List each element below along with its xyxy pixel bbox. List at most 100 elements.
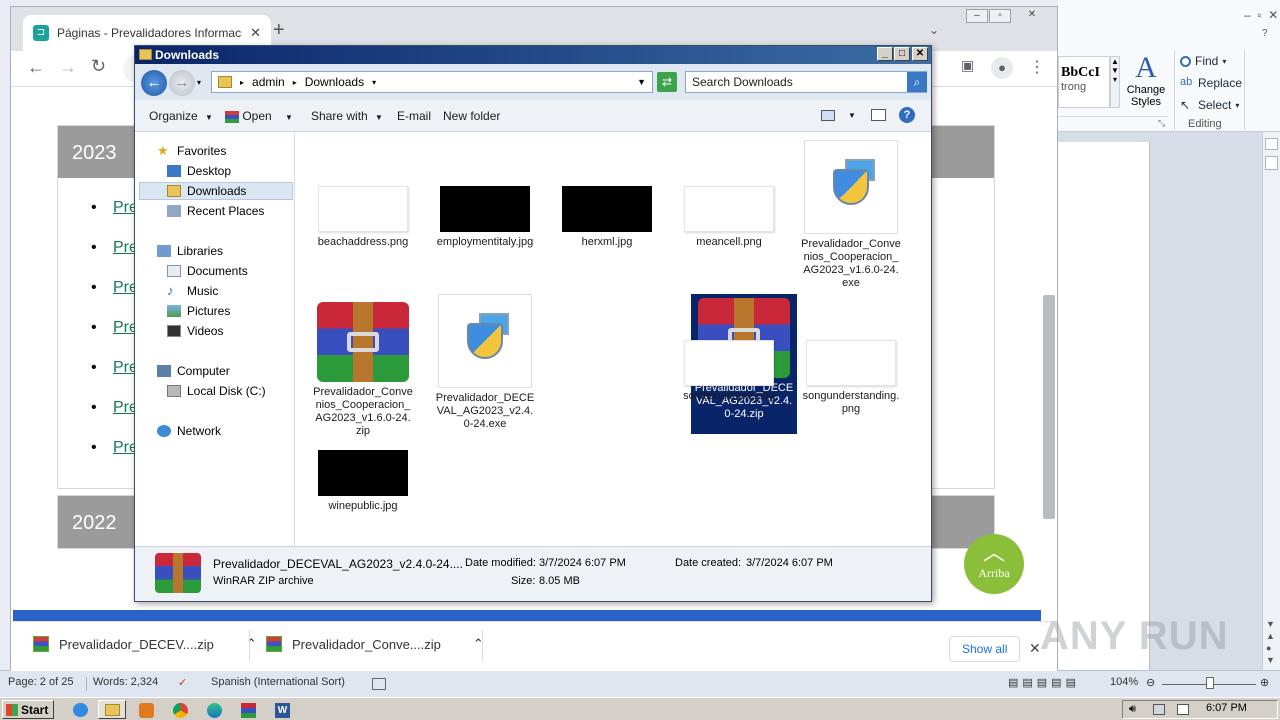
search-input[interactable]: Search Downloads	[685, 71, 927, 93]
volume-icon[interactable]: 🔊︎	[1129, 703, 1136, 716]
style-gallery-item[interactable]: BbCcI trong	[1058, 56, 1110, 108]
download-item[interactable]: Prevalidador_Conve....zip ⌃	[266, 636, 484, 652]
reload-icon[interactable]: ↻	[91, 56, 106, 77]
browse-buttons[interactable]: ▼ ▲ ● ▼	[1266, 618, 1275, 666]
file-item[interactable]: Prevalidador_Convenios_Cooperacion_AG202…	[801, 140, 901, 290]
file-item[interactable]: herxml.jpg	[557, 186, 657, 249]
explorer-title-bar[interactable]: Downloads	[135, 46, 931, 64]
start-button[interactable]: Start	[2, 700, 54, 719]
scroll-thumb[interactable]	[1265, 156, 1278, 170]
zoom-out-icon[interactable]: ⊖	[1146, 676, 1155, 689]
breadcrumb-downloads[interactable]: Downloads	[305, 75, 364, 89]
zoom-in-icon[interactable]: ⊕	[1260, 676, 1269, 689]
breadcrumb-admin[interactable]: admin	[252, 75, 285, 89]
find-button[interactable]: Find ▾	[1180, 54, 1226, 68]
word-taskbar-icon[interactable]: W	[268, 700, 296, 719]
recent-pages-chevron-icon[interactable]: ▾	[197, 78, 201, 87]
page-scrollbar-thumb[interactable]	[1043, 295, 1055, 519]
chevron-up-icon[interactable]: ⌃	[246, 636, 257, 652]
view-options-icon[interactable]	[821, 110, 835, 121]
select-button[interactable]: ↖ Select ▾	[1180, 98, 1239, 112]
minimize-button[interactable]: –	[966, 9, 988, 23]
help-icon[interactable]: ?	[899, 107, 915, 123]
language[interactable]: Spanish (International Sort)	[211, 676, 345, 688]
notification-icon[interactable]	[1177, 704, 1189, 715]
zoom-level[interactable]: 104%	[1110, 676, 1138, 688]
maximize-button[interactable]: □	[894, 47, 910, 61]
clock[interactable]: 6:07 PM	[1206, 702, 1247, 714]
back-arrow-icon[interactable]: ←	[141, 70, 167, 96]
nav-favorites[interactable]: ★ Favorites	[157, 144, 226, 158]
forward-arrow-icon[interactable]: →	[59, 57, 77, 78]
nav-videos[interactable]: Videos	[167, 324, 223, 338]
word-page[interactable]	[1058, 142, 1150, 670]
sidepanel-icon[interactable]: ▣	[961, 57, 974, 74]
ruler-toggle-icon[interactable]	[1265, 138, 1278, 150]
close-button[interactable]: ✕	[912, 47, 928, 61]
word-window-controls[interactable]: – ▫ ✕	[1244, 8, 1278, 22]
file-item[interactable]: winepublic.jpg	[313, 450, 413, 513]
back-to-top-button[interactable]: ︿ Arriba	[964, 534, 1024, 594]
profile-avatar-icon[interactable]: ●	[991, 57, 1013, 79]
network-icon[interactable]	[1153, 704, 1165, 715]
nav-network[interactable]: Network	[157, 424, 221, 438]
style-gallery-scroll[interactable]: ▲ ▼ ▾	[1110, 56, 1120, 108]
new-tab-button[interactable]: +	[273, 19, 285, 42]
file-item[interactable]: Prevalidador_DECEVAL_AG2023_v2.4.0-24.ex…	[435, 294, 535, 431]
file-item[interactable]: employmentitaly.jpg	[435, 186, 535, 249]
change-styles-button[interactable]: A Change Styles	[1124, 52, 1168, 109]
file-item[interactable]: beachaddress.png	[313, 186, 413, 249]
word-count[interactable]: Words: 2,324	[93, 676, 158, 688]
media-player-taskbar-icon[interactable]	[132, 700, 160, 719]
file-item[interactable]: songunderstanding.png	[801, 340, 901, 416]
minimize-button[interactable]: _	[877, 47, 893, 61]
new-folder-button[interactable]: New folder	[443, 109, 500, 123]
ie-taskbar-icon[interactable]	[66, 700, 94, 719]
show-all-button[interactable]: Show all	[949, 636, 1021, 662]
back-arrow-icon[interactable]: ←	[27, 57, 45, 78]
view-buttons[interactable]: ▤▤▤▤▤	[1008, 676, 1080, 689]
share-with-button[interactable]: Share with ▼	[311, 109, 383, 123]
nav-local-disk[interactable]: Local Disk (C:)	[167, 384, 266, 398]
chrome-taskbar-icon[interactable]	[166, 700, 194, 719]
refresh-icon[interactable]: ⇄	[657, 72, 677, 92]
download-item[interactable]: Prevalidador_DECEV....zip ⌃	[33, 636, 257, 652]
search-icon[interactable]: ⌕	[907, 72, 927, 92]
chrome-menu-icon[interactable]: ⋮	[1029, 57, 1045, 77]
file-item[interactable]: Prevalidador_Convenios_Cooperacion_AG202…	[313, 302, 413, 438]
word-vertical-scrollbar[interactable]: ▼ ▲ ● ▼	[1262, 132, 1280, 670]
proofing-icon[interactable]: ✓	[178, 676, 187, 689]
close-icon[interactable]: ✕	[1029, 640, 1041, 657]
view-dropdown-icon[interactable]: ▼	[848, 111, 856, 120]
edge-taskbar-icon[interactable]	[200, 700, 228, 719]
nav-downloads[interactable]: Downloads	[167, 184, 246, 198]
email-button[interactable]: E-mail	[397, 109, 431, 123]
nav-pictures[interactable]: Pictures	[167, 304, 230, 318]
tab-search-chevron-icon[interactable]: ⌄	[929, 23, 939, 37]
macro-icon[interactable]	[372, 678, 386, 690]
nav-recent-places[interactable]: Recent Places	[167, 204, 264, 218]
winrar-taskbar-icon[interactable]	[234, 700, 262, 719]
forward-arrow-icon[interactable]: →	[169, 70, 195, 96]
restore-button[interactable]: ▫	[989, 9, 1011, 23]
nav-desktop[interactable]: Desktop	[167, 164, 231, 178]
nav-libraries[interactable]: Libraries	[157, 244, 223, 258]
dialog-launcher-icon[interactable]: ⤡	[1158, 118, 1165, 129]
file-item[interactable]: meancell.png	[679, 186, 779, 249]
replace-button[interactable]: ab Replace	[1180, 76, 1242, 90]
nav-documents[interactable]: Documents	[167, 264, 248, 278]
organize-button[interactable]: Organize ▼	[149, 109, 213, 123]
help-icon[interactable]: ?	[1262, 28, 1268, 39]
tab-close-icon[interactable]: ✕	[250, 25, 261, 41]
open-button[interactable]: Open ▼	[225, 109, 293, 123]
address-bar[interactable]: ▸ admin ▸ Downloads ▾ ▼	[211, 71, 653, 93]
file-item[interactable]: solutionscome.png	[679, 340, 779, 403]
nav-computer[interactable]: Computer	[157, 364, 230, 378]
address-dropdown-icon[interactable]: ▼	[637, 77, 646, 87]
zoom-slider-thumb[interactable]	[1206, 677, 1214, 689]
preview-pane-icon[interactable]	[871, 109, 886, 121]
close-button[interactable]: ✕	[1021, 9, 1043, 23]
page-count[interactable]: Page: 2 of 25	[8, 676, 73, 688]
explorer-taskbar-icon[interactable]	[98, 700, 126, 719]
nav-music[interactable]: ♪ Music	[167, 284, 218, 298]
